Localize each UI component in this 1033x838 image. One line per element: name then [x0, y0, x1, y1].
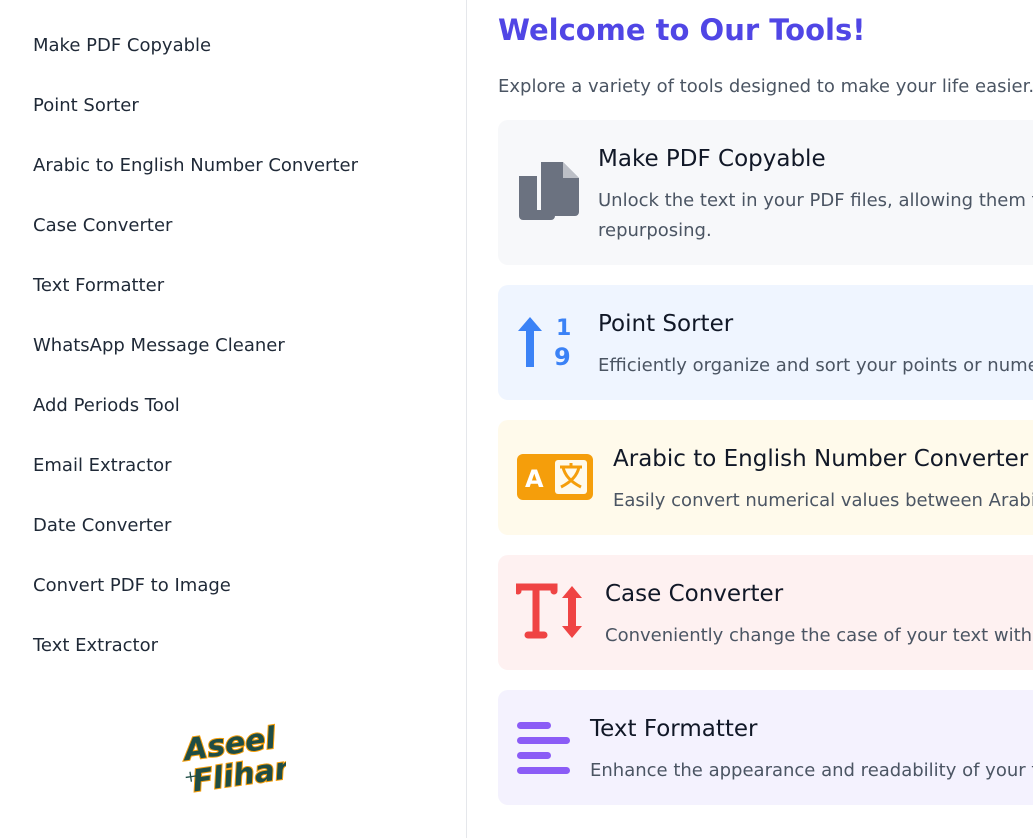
- align-left-icon: [517, 722, 570, 774]
- sidebar-item-pdf-to-image[interactable]: Convert PDF to Image: [33, 574, 231, 598]
- sidebar-item-make-pdf-copyable[interactable]: Make PDF Copyable: [33, 34, 211, 58]
- tool-card-point-sorter[interactable]: 1 9 Point Sorter Efficiently organize an…: [498, 285, 1033, 400]
- sidebar-item-add-periods[interactable]: Add Periods Tool: [33, 394, 180, 418]
- tool-card-case-converter[interactable]: Case Converter Conveniently change the c…: [498, 555, 1033, 670]
- sidebar-item-arabic-to-english[interactable]: Arabic to English Number Converter: [33, 154, 358, 178]
- sidebar-item-point-sorter[interactable]: Point Sorter: [33, 94, 139, 118]
- card-description: Conveniently change the case of your tex…: [605, 625, 1033, 646]
- card-title: Point Sorter: [598, 311, 734, 337]
- text-height-icon: [516, 583, 582, 639]
- card-title: Arabic to English Number Converter: [613, 446, 1029, 472]
- card-title: Make PDF Copyable: [598, 146, 826, 172]
- sidebar-item-whatsapp-cleaner[interactable]: WhatsApp Message Cleaner: [33, 334, 285, 358]
- tool-card-text-formatter[interactable]: Text Formatter Enhance the appearance an…: [498, 690, 1033, 805]
- svg-text:+: +: [183, 766, 199, 787]
- card-title: Case Converter: [605, 581, 784, 607]
- page-title: Welcome to Our Tools!: [498, 13, 866, 47]
- sort-numeric-up-icon: 1 9: [518, 316, 571, 371]
- card-description: Easily convert numerical values between …: [613, 490, 1033, 511]
- tool-card-make-pdf-copyable[interactable]: Make PDF Copyable Unlock the text in you…: [498, 120, 1033, 265]
- card-title: Text Formatter: [590, 716, 758, 742]
- copy-icon: [519, 162, 579, 220]
- svg-text:1: 1: [556, 316, 571, 341]
- brand-logo[interactable]: Aseel Flihan +: [176, 714, 286, 806]
- sidebar-item-case-converter[interactable]: Case Converter: [33, 214, 172, 238]
- card-description: Unlock the text in your PDF files, allow…: [598, 190, 1033, 211]
- main-content: Welcome to Our Tools! Explore a variety …: [468, 0, 1033, 838]
- sidebar-item-email-extractor[interactable]: Email Extractor: [33, 454, 172, 478]
- card-description-cont: repurposing.: [598, 220, 712, 241]
- sidebar: Make PDF Copyable Point Sorter Arabic to…: [0, 0, 467, 838]
- language-translate-icon: A: [517, 454, 593, 500]
- svg-text:A: A: [525, 465, 544, 493]
- sidebar-item-text-formatter[interactable]: Text Formatter: [33, 274, 164, 298]
- page-subtitle: Explore a variety of tools designed to m…: [498, 76, 1033, 97]
- sidebar-item-date-converter[interactable]: Date Converter: [33, 514, 171, 538]
- card-description: Efficiently organize and sort your point…: [598, 355, 1033, 376]
- svg-text:9: 9: [554, 343, 571, 371]
- sidebar-item-text-extractor[interactable]: Text Extractor: [33, 634, 158, 658]
- card-description: Enhance the appearance and readability o…: [590, 760, 1033, 781]
- tool-card-arabic-to-english[interactable]: A Arabic to English Number Converter Eas…: [498, 420, 1033, 535]
